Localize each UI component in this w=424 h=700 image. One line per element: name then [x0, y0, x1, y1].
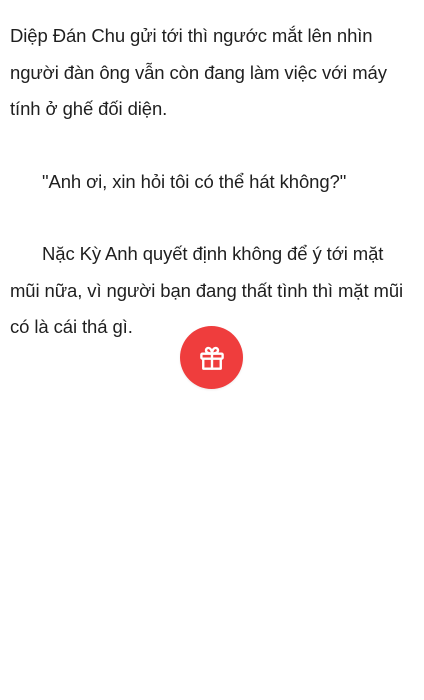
reader-content: Diệp Đán Chu gửi tới thì ngước mắt lên n… — [10, 0, 416, 346]
story-paragraph: Diệp Đán Chu gửi tới thì ngước mắt lên n… — [10, 25, 387, 119]
gift-button[interactable] — [180, 326, 243, 389]
gift-icon — [197, 343, 227, 373]
story-paragraph: "Anh ơi, xin hỏi tôi có thể hát không?" — [42, 170, 347, 192]
